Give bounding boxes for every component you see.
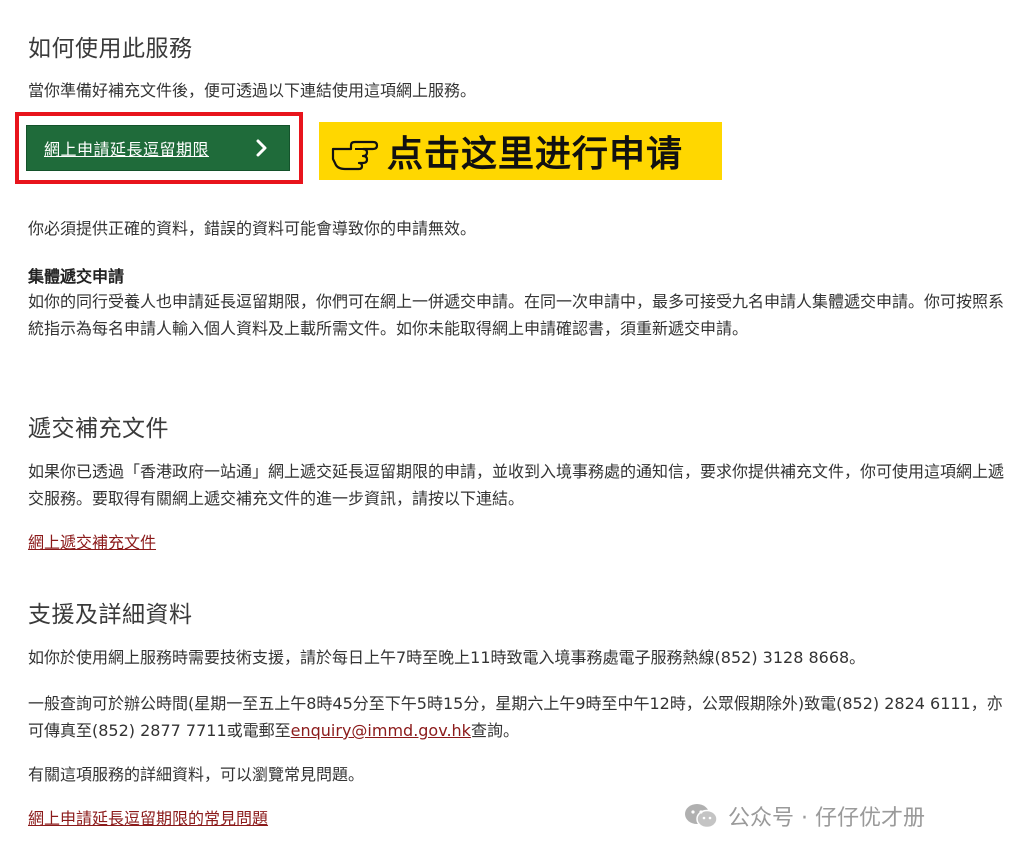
faq-intro-text: 有關這項服務的詳細資料，可以瀏覽常見問題。 — [28, 765, 365, 784]
highlight-frame: 網上申請延長逗留期限 — [15, 112, 303, 184]
pointing-hand-icon — [331, 140, 379, 171]
accuracy-note: 你必須提供正確的資料，錯誤的資料可能會導致你的申請無效。 — [28, 219, 477, 238]
group-submission-text: 如你的同行受養人也申請延長逗留期限，你們可在網上一併遞交申請。在同一次申請中，最… — [28, 292, 1005, 338]
email-link[interactable]: enquiry@immd.gov.hk — [291, 721, 471, 740]
section-title-supplementary: 遞交補充文件 — [28, 416, 169, 442]
intro-text: 當你準備好補充文件後，便可透過以下連結使用這項網上服務。 — [28, 81, 477, 100]
apply-online-button[interactable]: 網上申請延長逗留期限 — [26, 125, 290, 171]
general-enquiry-text: 一般查詢可於辦公時間(星期一至五上午8時45分至下午5時15分，星期六上午9時至… — [28, 690, 1013, 744]
supplementary-docs-link[interactable]: 網上遞交補充文件 — [28, 533, 156, 552]
watermark: 公众号 · 仔仔优才册 — [684, 798, 925, 834]
annotation-text: 点击这里进行申请 — [387, 134, 684, 175]
supplementary-link-row: 網上遞交補充文件 — [28, 530, 156, 556]
section-title-support: 支援及詳細資料 — [28, 602, 193, 628]
general-enquiry-after: 查詢。 — [470, 721, 519, 740]
apply-online-button-label: 網上申請延長逗留期限 — [44, 140, 210, 159]
tech-support-text: 如你於使用網上服務時需要技術支援，請於每日上午7時至晚上11時致電入境事務處電子… — [28, 648, 866, 667]
faq-link-row: 網上申請延長逗留期限的常見問題 — [28, 806, 268, 832]
chevron-right-icon — [256, 139, 267, 157]
group-submission-title: 集體遞交申請 — [28, 267, 125, 286]
faq-link[interactable]: 網上申請延長逗留期限的常見問題 — [28, 809, 268, 828]
annotation-banner: 点击这里进行申请 — [319, 122, 722, 180]
supplementary-text: 如果你已透過「香港政府一站通」網上遞交延長逗留期限的申請，並收到入境事務處的通知… — [28, 462, 1005, 508]
section-title-how-to-use: 如何使用此服務 — [28, 36, 193, 62]
watermark-text: 公众号 · 仔仔优才册 — [728, 806, 925, 831]
wechat-icon — [685, 804, 718, 829]
